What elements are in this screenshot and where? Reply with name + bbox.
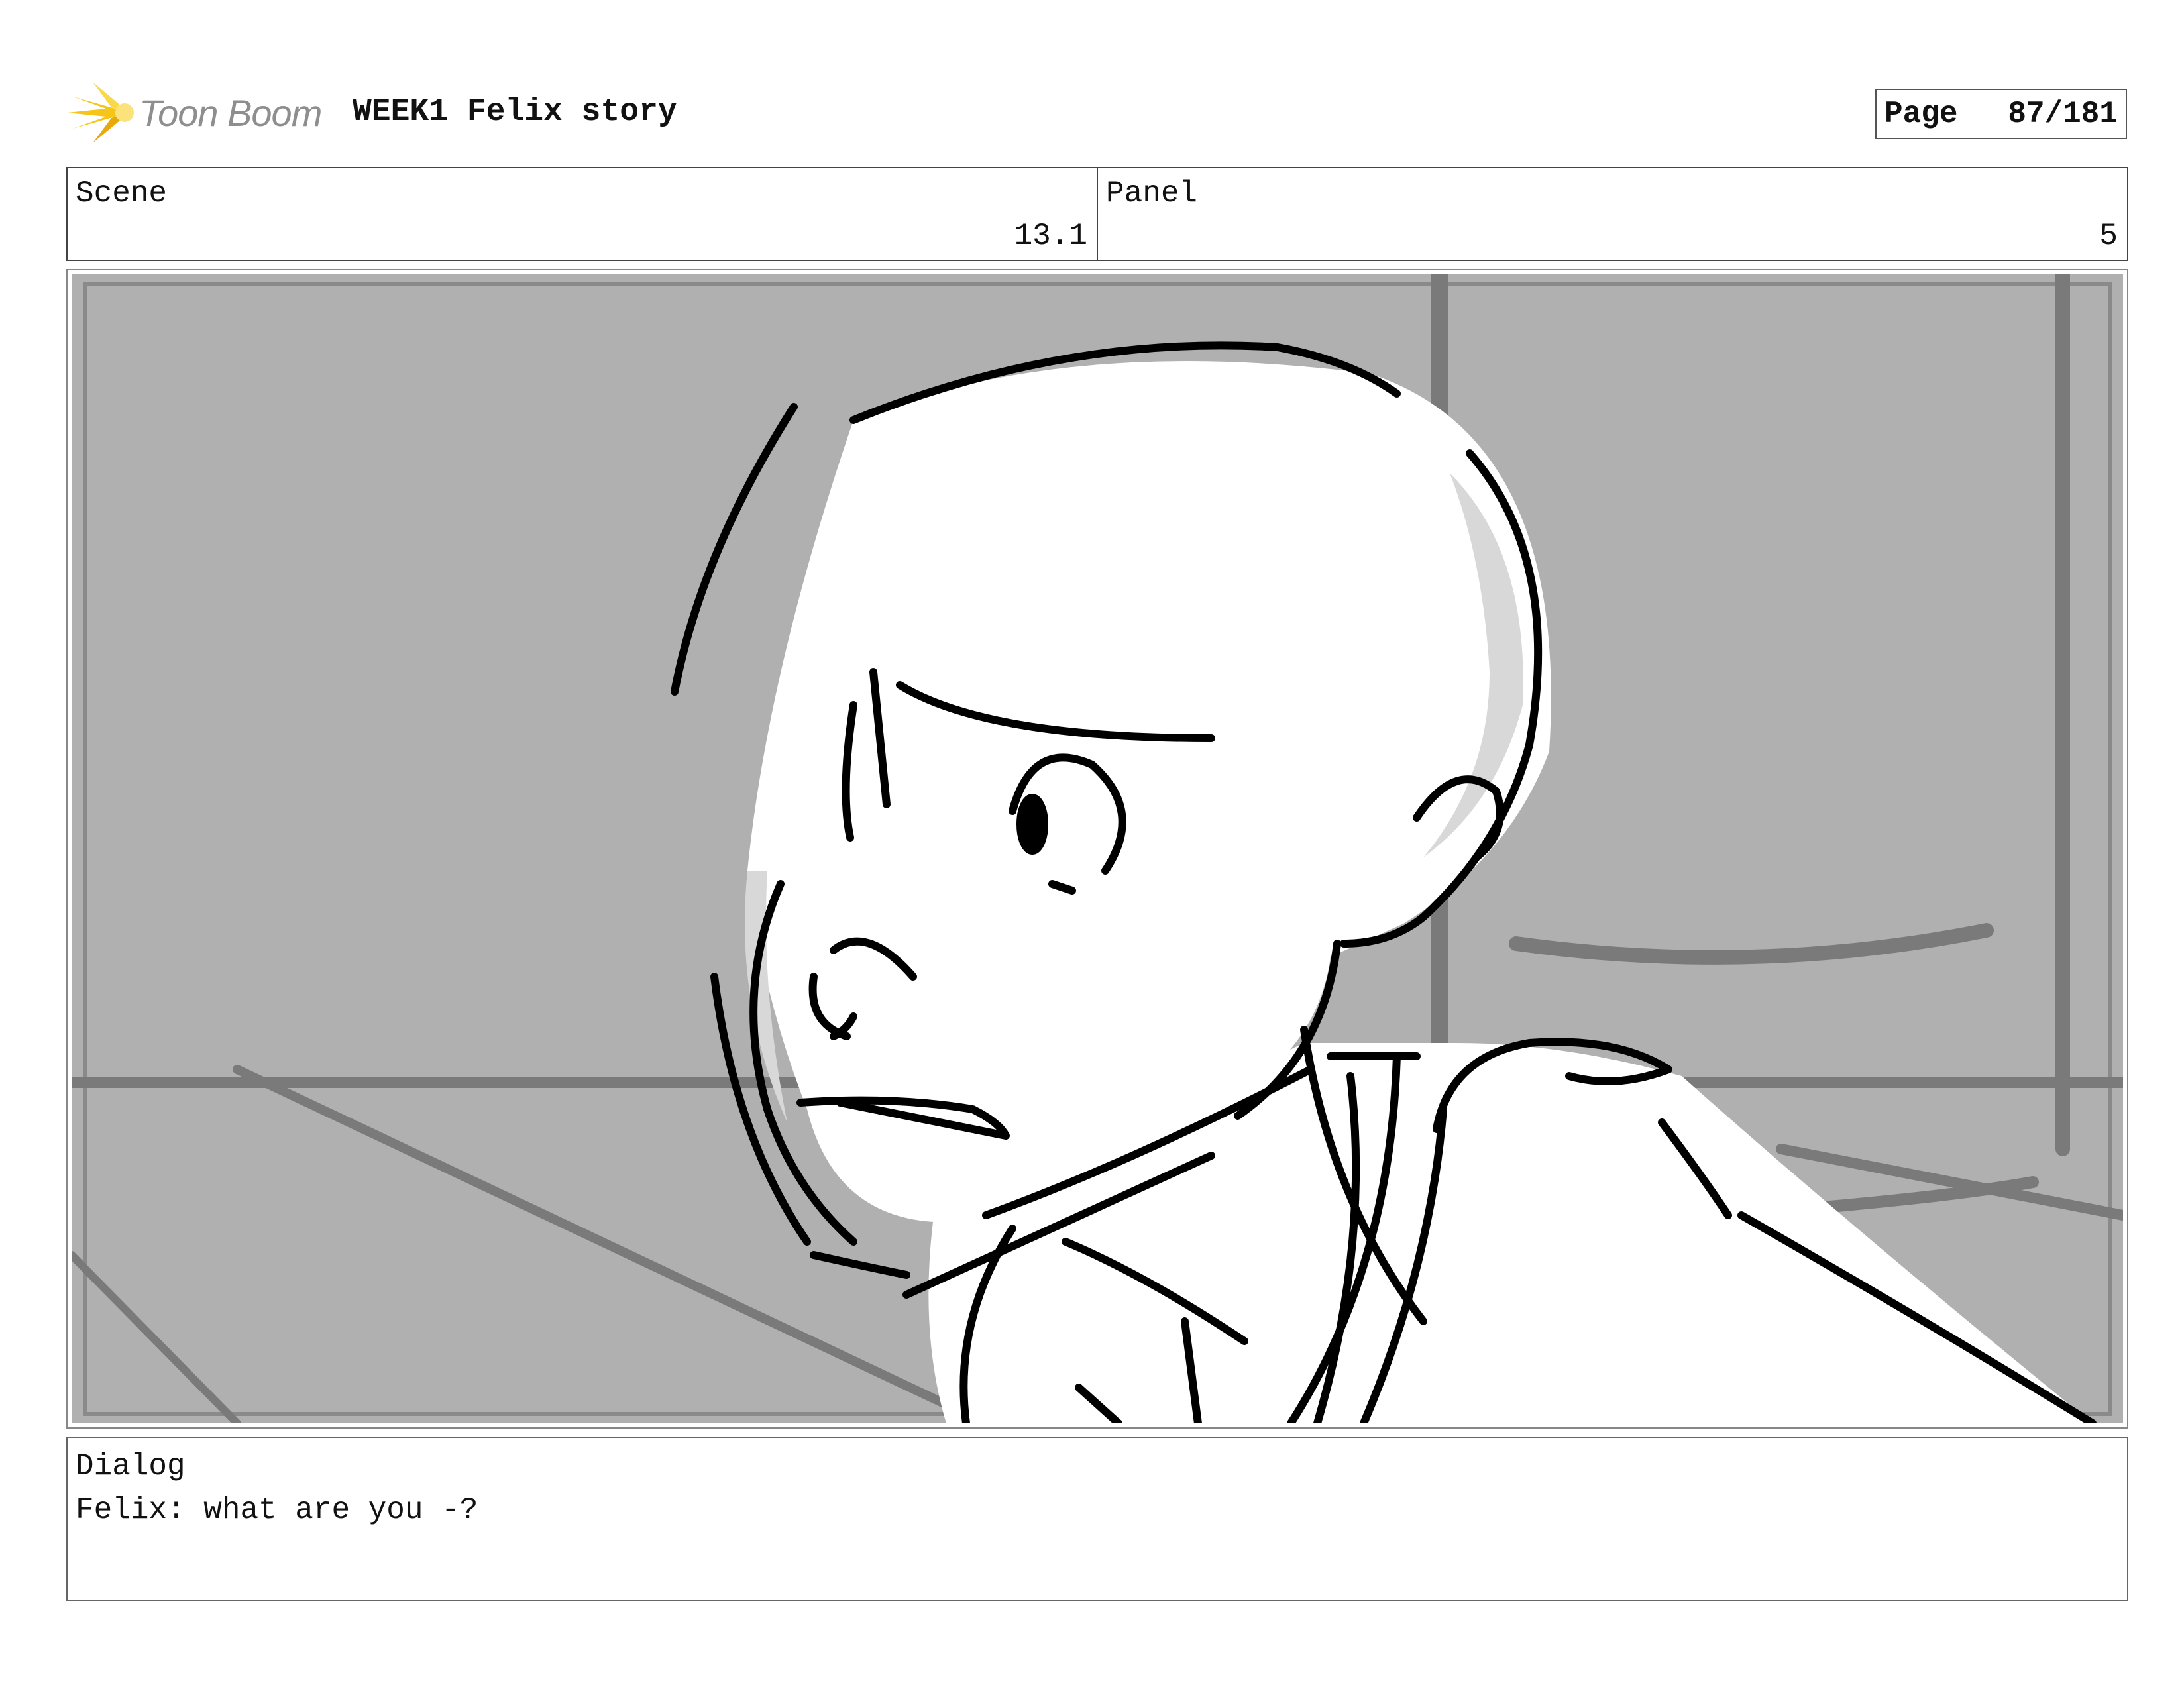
scene-label: Scene [76, 176, 168, 211]
page-indicator: Page 87/181 [1875, 89, 2127, 139]
storyboard-panel [66, 269, 2128, 1429]
scene-panel-info: Scene 13.1 Panel 5 [66, 167, 2128, 261]
scene-number: 13.1 [1014, 219, 1087, 253]
page-number: 87/181 [2008, 97, 2118, 131]
logo-text: Toon Boom [139, 92, 322, 134]
panel-sketch [72, 274, 2123, 1423]
dialog-box: Dialog Felix: what are you -? [66, 1437, 2128, 1601]
dialog-text: Felix: what are you -? [76, 1493, 478, 1527]
project-title: WEEK1 Felix story [353, 94, 677, 130]
page-label: Page [1884, 97, 1958, 131]
logo-burst-icon [68, 82, 134, 143]
panel-cell: Panel 5 [1097, 168, 2127, 260]
page-header: Toon Boom WEEK1 Felix story Page 87/181 [66, 73, 2127, 152]
scene-cell: Scene 13.1 [68, 168, 1097, 260]
panel-number: 5 [2099, 219, 2118, 253]
toon-boom-logo: Toon Boom [66, 77, 331, 148]
panel-label: Panel [1106, 176, 1198, 211]
dialog-label: Dialog [76, 1449, 186, 1484]
